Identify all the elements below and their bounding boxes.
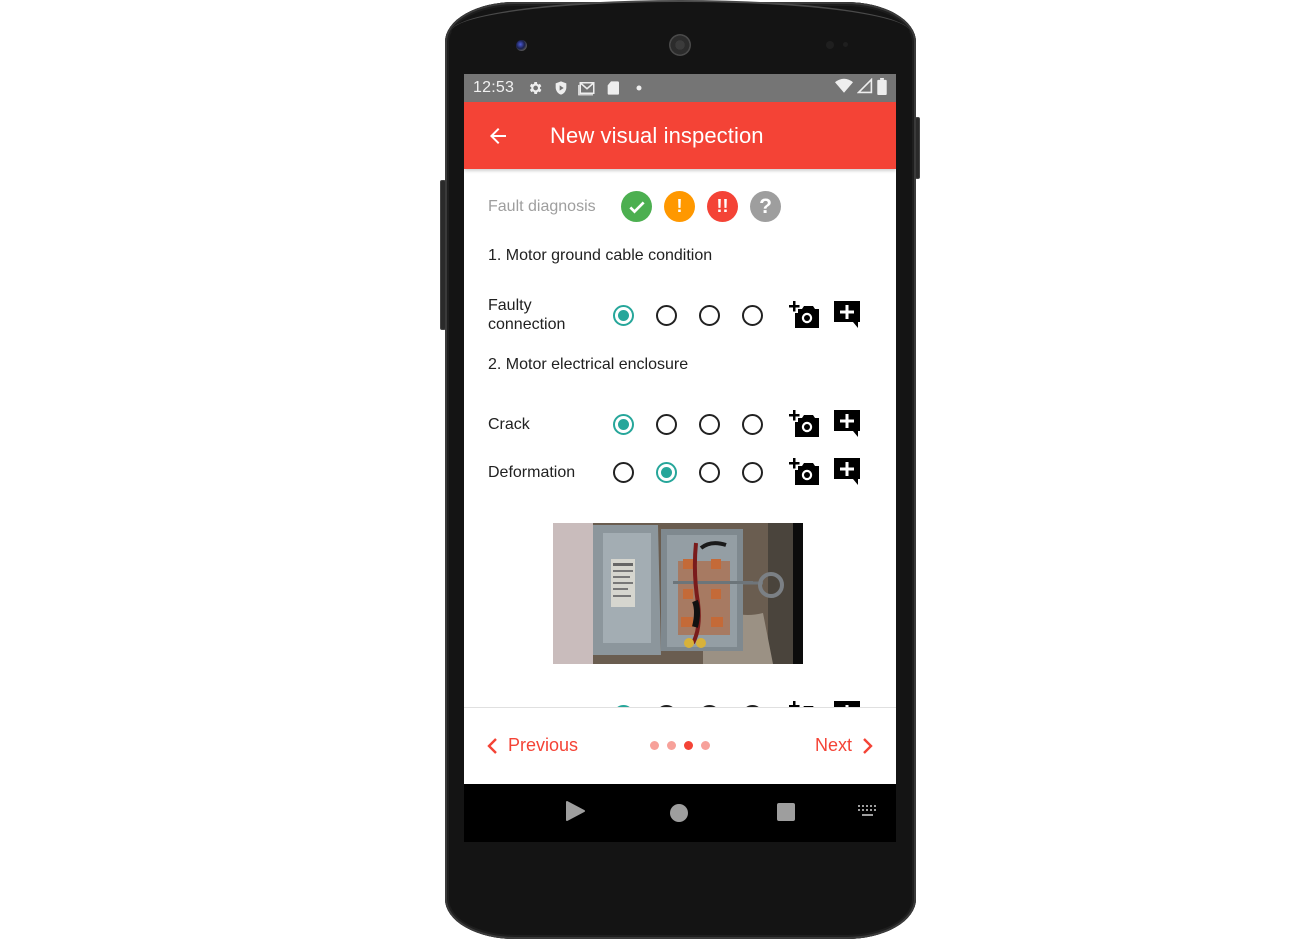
- add-photo-icon: [789, 458, 819, 485]
- question-label: Crack: [488, 415, 530, 433]
- add-comment-button[interactable]: [831, 408, 863, 440]
- section-title: 1. Motor ground cable condition: [488, 247, 713, 264]
- page-dot: [650, 741, 659, 750]
- nav-home-icon: [670, 804, 688, 822]
- status-bar: 12:53: [464, 74, 896, 102]
- add-photo-icon: [789, 701, 814, 707]
- question-label: Faulty connection: [488, 297, 566, 333]
- nav-back-icon: [566, 801, 585, 821]
- radio-critical[interactable]: [699, 461, 720, 483]
- shield-play-icon: [552, 79, 570, 97]
- radio-ok[interactable]: [613, 304, 634, 326]
- system-navigation-bar: [464, 784, 896, 842]
- add-comment-button[interactable]: [831, 456, 863, 488]
- radio-ok[interactable]: [613, 461, 634, 483]
- app-bar: New visual inspection: [464, 102, 896, 169]
- device-screen: 12:53 New visual inspection Fault diagno…: [464, 74, 896, 842]
- question-glyph: ?: [759, 194, 772, 218]
- add-comment-icon: [834, 410, 860, 437]
- radio-unknown[interactable]: [742, 461, 763, 483]
- add-comment-icon: [834, 458, 860, 485]
- page-title: New visual inspection: [550, 122, 764, 148]
- add-comment-icon: [834, 301, 860, 328]
- wizard-navigation: Previous Next: [464, 707, 896, 784]
- inspection-form[interactable]: Fault diagnosis ! !! ? 1. Motor ground c…: [464, 169, 896, 707]
- sd-card-icon: [604, 79, 622, 97]
- next-button[interactable]: Next: [815, 735, 874, 756]
- radio-warning[interactable]: [656, 304, 677, 326]
- add-photo-button[interactable]: [789, 699, 821, 707]
- question-icon: ?: [750, 191, 781, 222]
- nav-back-button[interactable]: [564, 800, 586, 822]
- keyboard-icon: [858, 805, 876, 816]
- back-button[interactable]: [470, 108, 526, 164]
- add-comment-button[interactable]: [831, 699, 863, 707]
- section-title: 2. Motor electrical enclosure: [488, 356, 689, 373]
- attached-photo[interactable]: [553, 523, 803, 664]
- question-row: Faulty connection: [488, 295, 878, 335]
- nav-recents-button[interactable]: [776, 802, 796, 822]
- radio-ok[interactable]: [613, 413, 634, 435]
- double-exclamation-icon: !!: [707, 191, 738, 222]
- page-dot-active: [684, 741, 693, 750]
- radio-critical[interactable]: [699, 304, 720, 326]
- wifi-icon: [835, 78, 853, 98]
- arrow-back-icon: [490, 127, 506, 144]
- legend-label: Fault diagnosis: [488, 197, 596, 215]
- radio-warning[interactable]: [656, 461, 677, 483]
- question-label: Deformation: [488, 463, 576, 481]
- dot-icon: [630, 79, 648, 97]
- add-photo-button[interactable]: [789, 299, 821, 331]
- double-exclamation-glyph: !!: [716, 196, 729, 216]
- add-photo-icon: [789, 301, 819, 328]
- nav-recents-icon: [777, 803, 795, 821]
- add-photo-button[interactable]: [789, 408, 821, 440]
- next-label: Next: [814, 735, 852, 755]
- question-row: Deformation: [488, 452, 878, 492]
- chevron-left-icon: [487, 737, 497, 754]
- radio-warning[interactable]: [656, 413, 677, 435]
- question-row-partial: [488, 695, 878, 707]
- exclamation-glyph: !: [676, 196, 683, 216]
- chevron-right-icon: [863, 737, 873, 754]
- enclosure-photo-image: [553, 523, 803, 664]
- settings-icon: [526, 79, 544, 97]
- page-dot: [701, 741, 710, 750]
- previous-label: Previous: [508, 735, 579, 755]
- page-dot: [667, 741, 676, 750]
- radio-unknown[interactable]: [742, 413, 763, 435]
- battery-icon: [877, 77, 887, 99]
- add-comment-button[interactable]: [831, 299, 863, 331]
- radio-unknown[interactable]: [742, 304, 763, 326]
- nav-home-button[interactable]: [668, 802, 690, 824]
- add-comment-icon: [834, 701, 860, 707]
- previous-button[interactable]: Previous: [486, 735, 578, 756]
- proximity-sensor: [826, 41, 834, 49]
- page-indicator: [650, 741, 710, 750]
- earpiece-speaker-icon: [669, 34, 691, 56]
- gmail-icon: [578, 79, 596, 97]
- front-camera-icon: [516, 40, 527, 51]
- check-icon: [621, 191, 652, 222]
- status-time: 12:53: [473, 79, 515, 96]
- radio-critical[interactable]: [699, 413, 720, 435]
- question-row: Crack: [488, 404, 878, 444]
- add-photo-button[interactable]: [789, 456, 821, 488]
- light-sensor: [843, 42, 848, 47]
- exclamation-icon: !: [664, 191, 695, 222]
- cell-signal-icon: [856, 77, 873, 98]
- keyboard-button[interactable]: [858, 804, 878, 818]
- add-photo-icon: [789, 410, 819, 437]
- fault-diagnosis-legend: Fault diagnosis ! !! ?: [488, 191, 781, 222]
